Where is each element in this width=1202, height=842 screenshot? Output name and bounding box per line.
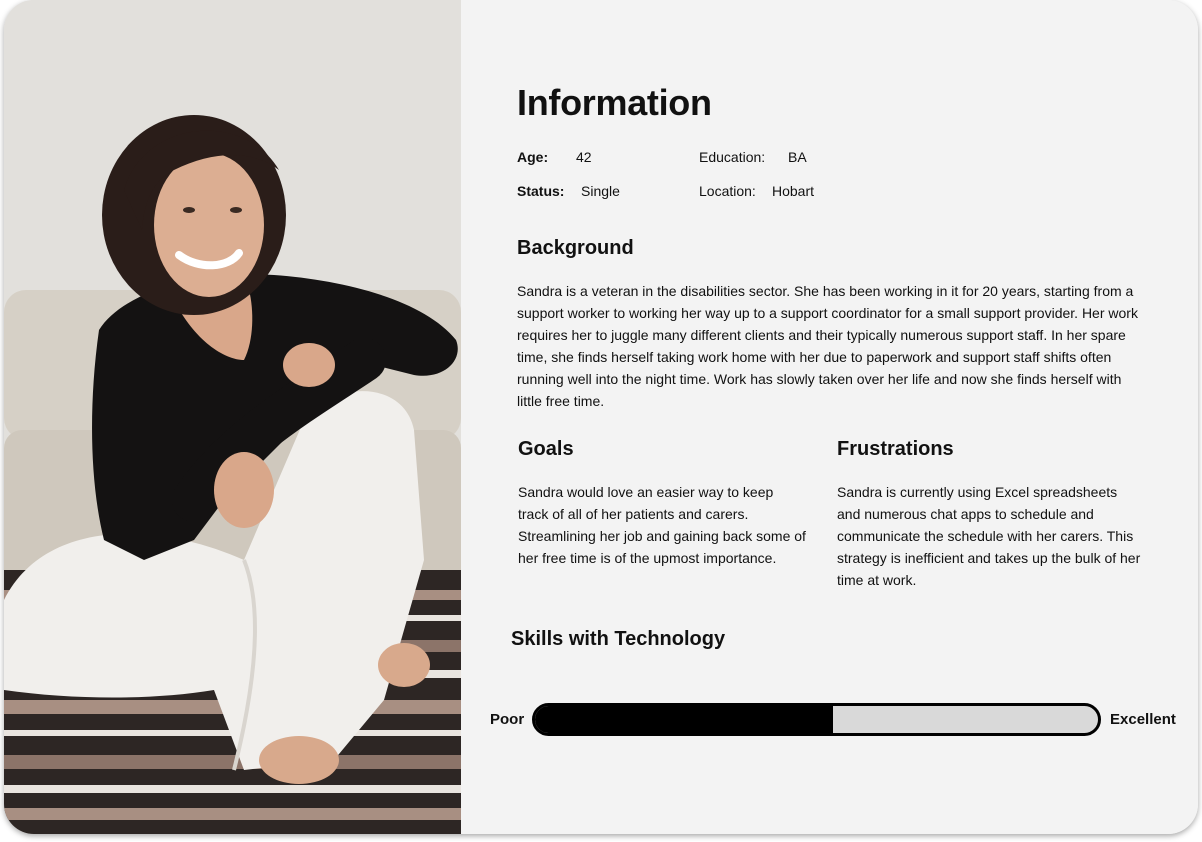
goals-heading: Goals bbox=[518, 438, 574, 460]
frustrations-heading: Frustrations bbox=[837, 438, 954, 460]
location-value: Hobart bbox=[772, 183, 815, 199]
location-label: Location: bbox=[699, 183, 756, 199]
info-panel: Information Age: 42 Education: BA Status… bbox=[461, 0, 1198, 834]
skill-low-label: Poor bbox=[490, 711, 525, 728]
skill-high-label: Excellent bbox=[1110, 711, 1176, 728]
education-label: Education: bbox=[699, 149, 766, 165]
age-value: 42 bbox=[576, 149, 592, 165]
persona-card: Information Age: 42 Education: BA Status… bbox=[4, 0, 1198, 834]
status-label: Status: bbox=[517, 183, 565, 199]
background-heading: Background bbox=[517, 237, 634, 259]
background-text: Sandra is a veteran in the disabilities … bbox=[517, 283, 1138, 409]
skill-level-fill bbox=[535, 706, 834, 733]
page-title: Information bbox=[517, 82, 712, 123]
persona-photo bbox=[4, 0, 461, 834]
age-label: Age: bbox=[517, 149, 549, 165]
status-value: Single bbox=[581, 183, 620, 199]
skills-heading: Skills with Technology bbox=[511, 628, 726, 650]
goals-text: Sandra would love an easier way to keep … bbox=[518, 484, 806, 566]
education-value: BA bbox=[788, 149, 807, 165]
skill-level-bar bbox=[532, 703, 1101, 736]
frustrations-text: Sandra is currently using Excel spreadsh… bbox=[837, 484, 1141, 588]
